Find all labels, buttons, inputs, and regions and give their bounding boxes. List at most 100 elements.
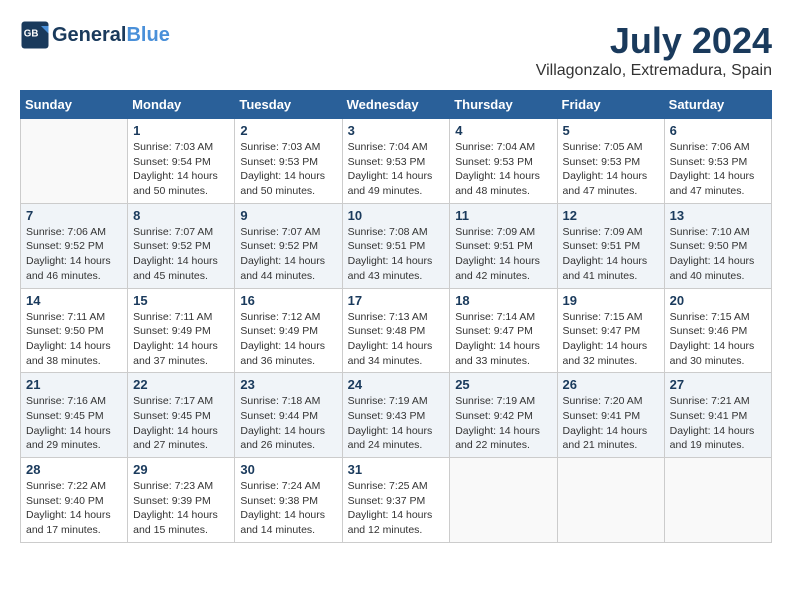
day-info: Sunrise: 7:09 AMSunset: 9:51 PMDaylight:…	[563, 225, 659, 284]
calendar-cell: 3 Sunrise: 7:04 AMSunset: 9:53 PMDaylight…	[342, 119, 450, 204]
calendar-cell	[557, 458, 664, 543]
calendar-cell: 11 Sunrise: 7:09 AMSunset: 9:51 PMDayligh…	[450, 203, 557, 288]
day-number: 19	[563, 293, 659, 308]
day-number: 10	[348, 208, 445, 223]
title-block: July 2024 Villagonzalo, Extremadura, Spa…	[536, 20, 772, 80]
day-info: Sunrise: 7:19 AMSunset: 9:42 PMDaylight:…	[455, 394, 551, 453]
day-info: Sunrise: 7:09 AMSunset: 9:51 PMDaylight:…	[455, 225, 551, 284]
calendar-cell: 14 Sunrise: 7:11 AMSunset: 9:50 PMDayligh…	[21, 288, 128, 373]
column-header-thursday: Thursday	[450, 91, 557, 119]
day-number: 31	[348, 462, 445, 477]
calendar-cell	[450, 458, 557, 543]
day-info: Sunrise: 7:04 AMSunset: 9:53 PMDaylight:…	[348, 140, 445, 199]
day-info: Sunrise: 7:12 AMSunset: 9:49 PMDaylight:…	[240, 310, 336, 369]
calendar-cell: 24 Sunrise: 7:19 AMSunset: 9:43 PMDayligh…	[342, 373, 450, 458]
calendar-cell: 22 Sunrise: 7:17 AMSunset: 9:45 PMDayligh…	[128, 373, 235, 458]
day-number: 12	[563, 208, 659, 223]
day-number: 20	[670, 293, 766, 308]
calendar-cell: 5 Sunrise: 7:05 AMSunset: 9:53 PMDaylight…	[557, 119, 664, 204]
calendar-cell: 29 Sunrise: 7:23 AMSunset: 9:39 PMDayligh…	[128, 458, 235, 543]
calendar-cell: 31 Sunrise: 7:25 AMSunset: 9:37 PMDayligh…	[342, 458, 450, 543]
day-number: 24	[348, 377, 445, 392]
day-number: 8	[133, 208, 229, 223]
day-number: 23	[240, 377, 336, 392]
day-info: Sunrise: 7:11 AMSunset: 9:50 PMDaylight:…	[26, 310, 122, 369]
column-header-tuesday: Tuesday	[235, 91, 342, 119]
day-number: 16	[240, 293, 336, 308]
calendar-header-row: SundayMondayTuesdayWednesdayThursdayFrid…	[21, 91, 772, 119]
day-info: Sunrise: 7:06 AMSunset: 9:52 PMDaylight:…	[26, 225, 122, 284]
day-number: 11	[455, 208, 551, 223]
day-info: Sunrise: 7:15 AMSunset: 9:46 PMDaylight:…	[670, 310, 766, 369]
day-info: Sunrise: 7:16 AMSunset: 9:45 PMDaylight:…	[26, 394, 122, 453]
day-number: 14	[26, 293, 122, 308]
day-info: Sunrise: 7:25 AMSunset: 9:37 PMDaylight:…	[348, 479, 445, 538]
calendar-cell: 17Sunrise: 7:13 AMSunset: 9:48 PMDayligh…	[342, 288, 450, 373]
column-header-sunday: Sunday	[21, 91, 128, 119]
calendar-cell: 8Sunrise: 7:07 AMSunset: 9:52 PMDaylight…	[128, 203, 235, 288]
day-number: 3	[348, 123, 445, 138]
day-number: 29	[133, 462, 229, 477]
day-info: Sunrise: 7:07 AMSunset: 9:52 PMDaylight:…	[240, 225, 336, 284]
location-subtitle: Villagonzalo, Extremadura, Spain	[536, 62, 772, 80]
day-info: Sunrise: 7:19 AMSunset: 9:43 PMDaylight:…	[348, 394, 445, 453]
day-number: 28	[26, 462, 122, 477]
day-info: Sunrise: 7:22 AMSunset: 9:40 PMDaylight:…	[26, 479, 122, 538]
calendar-cell	[664, 458, 771, 543]
day-number: 13	[670, 208, 766, 223]
day-number: 5	[563, 123, 659, 138]
day-info: Sunrise: 7:03 AMSunset: 9:53 PMDaylight:…	[240, 140, 336, 199]
calendar-cell: 2 Sunrise: 7:03 AMSunset: 9:53 PMDaylight…	[235, 119, 342, 204]
calendar-week-row: 28 Sunrise: 7:22 AMSunset: 9:40 PMDayligh…	[21, 458, 772, 543]
logo-blue: Blue	[126, 24, 169, 46]
day-info: Sunrise: 7:08 AMSunset: 9:51 PMDaylight:…	[348, 225, 445, 284]
logo: GB GeneralBlue	[20, 20, 170, 50]
calendar-cell: 30Sunrise: 7:24 AMSunset: 9:38 PMDayligh…	[235, 458, 342, 543]
day-info: Sunrise: 7:14 AMSunset: 9:47 PMDaylight:…	[455, 310, 551, 369]
day-info: Sunrise: 7:21 AMSunset: 9:41 PMDaylight:…	[670, 394, 766, 453]
day-info: Sunrise: 7:18 AMSunset: 9:44 PMDaylight:…	[240, 394, 336, 453]
calendar-cell	[21, 119, 128, 204]
day-info: Sunrise: 7:17 AMSunset: 9:45 PMDaylight:…	[133, 394, 229, 453]
logo-icon: GB	[20, 20, 50, 50]
calendar-week-row: 14 Sunrise: 7:11 AMSunset: 9:50 PMDayligh…	[21, 288, 772, 373]
calendar-cell: 12 Sunrise: 7:09 AMSunset: 9:51 PMDayligh…	[557, 203, 664, 288]
day-number: 4	[455, 123, 551, 138]
day-number: 22	[133, 377, 229, 392]
calendar-cell: 10 Sunrise: 7:08 AMSunset: 9:51 PMDayligh…	[342, 203, 450, 288]
day-info: Sunrise: 7:15 AMSunset: 9:47 PMDaylight:…	[563, 310, 659, 369]
column-header-monday: Monday	[128, 91, 235, 119]
day-number: 18	[455, 293, 551, 308]
calendar-cell: 19 Sunrise: 7:15 AMSunset: 9:47 PMDayligh…	[557, 288, 664, 373]
calendar-cell: 28 Sunrise: 7:22 AMSunset: 9:40 PMDayligh…	[21, 458, 128, 543]
calendar-cell: 7Sunrise: 7:06 AMSunset: 9:52 PMDaylight…	[21, 203, 128, 288]
calendar-cell: 6Sunrise: 7:06 AMSunset: 9:53 PMDaylight…	[664, 119, 771, 204]
logo-general: General	[52, 24, 126, 46]
day-number: 15	[133, 293, 229, 308]
calendar-cell: 16 Sunrise: 7:12 AMSunset: 9:49 PMDayligh…	[235, 288, 342, 373]
calendar-week-row: 1Sunrise: 7:03 AMSunset: 9:54 PMDaylight…	[21, 119, 772, 204]
day-info: Sunrise: 7:11 AMSunset: 9:49 PMDaylight:…	[133, 310, 229, 369]
calendar-cell: 4Sunrise: 7:04 AMSunset: 9:53 PMDaylight…	[450, 119, 557, 204]
calendar-cell: 21 Sunrise: 7:16 AMSunset: 9:45 PMDayligh…	[21, 373, 128, 458]
calendar-table: SundayMondayTuesdayWednesdayThursdayFrid…	[20, 90, 772, 543]
column-header-wednesday: Wednesday	[342, 91, 450, 119]
day-info: Sunrise: 7:20 AMSunset: 9:41 PMDaylight:…	[563, 394, 659, 453]
day-info: Sunrise: 7:05 AMSunset: 9:53 PMDaylight:…	[563, 140, 659, 199]
day-info: Sunrise: 7:06 AMSunset: 9:53 PMDaylight:…	[670, 140, 766, 199]
day-number: 9	[240, 208, 336, 223]
column-header-saturday: Saturday	[664, 91, 771, 119]
day-info: Sunrise: 7:23 AMSunset: 9:39 PMDaylight:…	[133, 479, 229, 538]
calendar-cell: 26Sunrise: 7:20 AMSunset: 9:41 PMDayligh…	[557, 373, 664, 458]
calendar-cell: 27Sunrise: 7:21 AMSunset: 9:41 PMDayligh…	[664, 373, 771, 458]
day-number: 21	[26, 377, 122, 392]
day-number: 1	[133, 123, 229, 138]
day-info: Sunrise: 7:24 AMSunset: 9:38 PMDaylight:…	[240, 479, 336, 538]
day-info: Sunrise: 7:13 AMSunset: 9:48 PMDaylight:…	[348, 310, 445, 369]
month-year-title: July 2024	[536, 20, 772, 62]
calendar-cell: 15 Sunrise: 7:11 AMSunset: 9:49 PMDayligh…	[128, 288, 235, 373]
calendar-cell: 1Sunrise: 7:03 AMSunset: 9:54 PMDaylight…	[128, 119, 235, 204]
day-number: 2	[240, 123, 336, 138]
calendar-cell: 20 Sunrise: 7:15 AMSunset: 9:46 PMDayligh…	[664, 288, 771, 373]
calendar-cell: 23 Sunrise: 7:18 AMSunset: 9:44 PMDayligh…	[235, 373, 342, 458]
